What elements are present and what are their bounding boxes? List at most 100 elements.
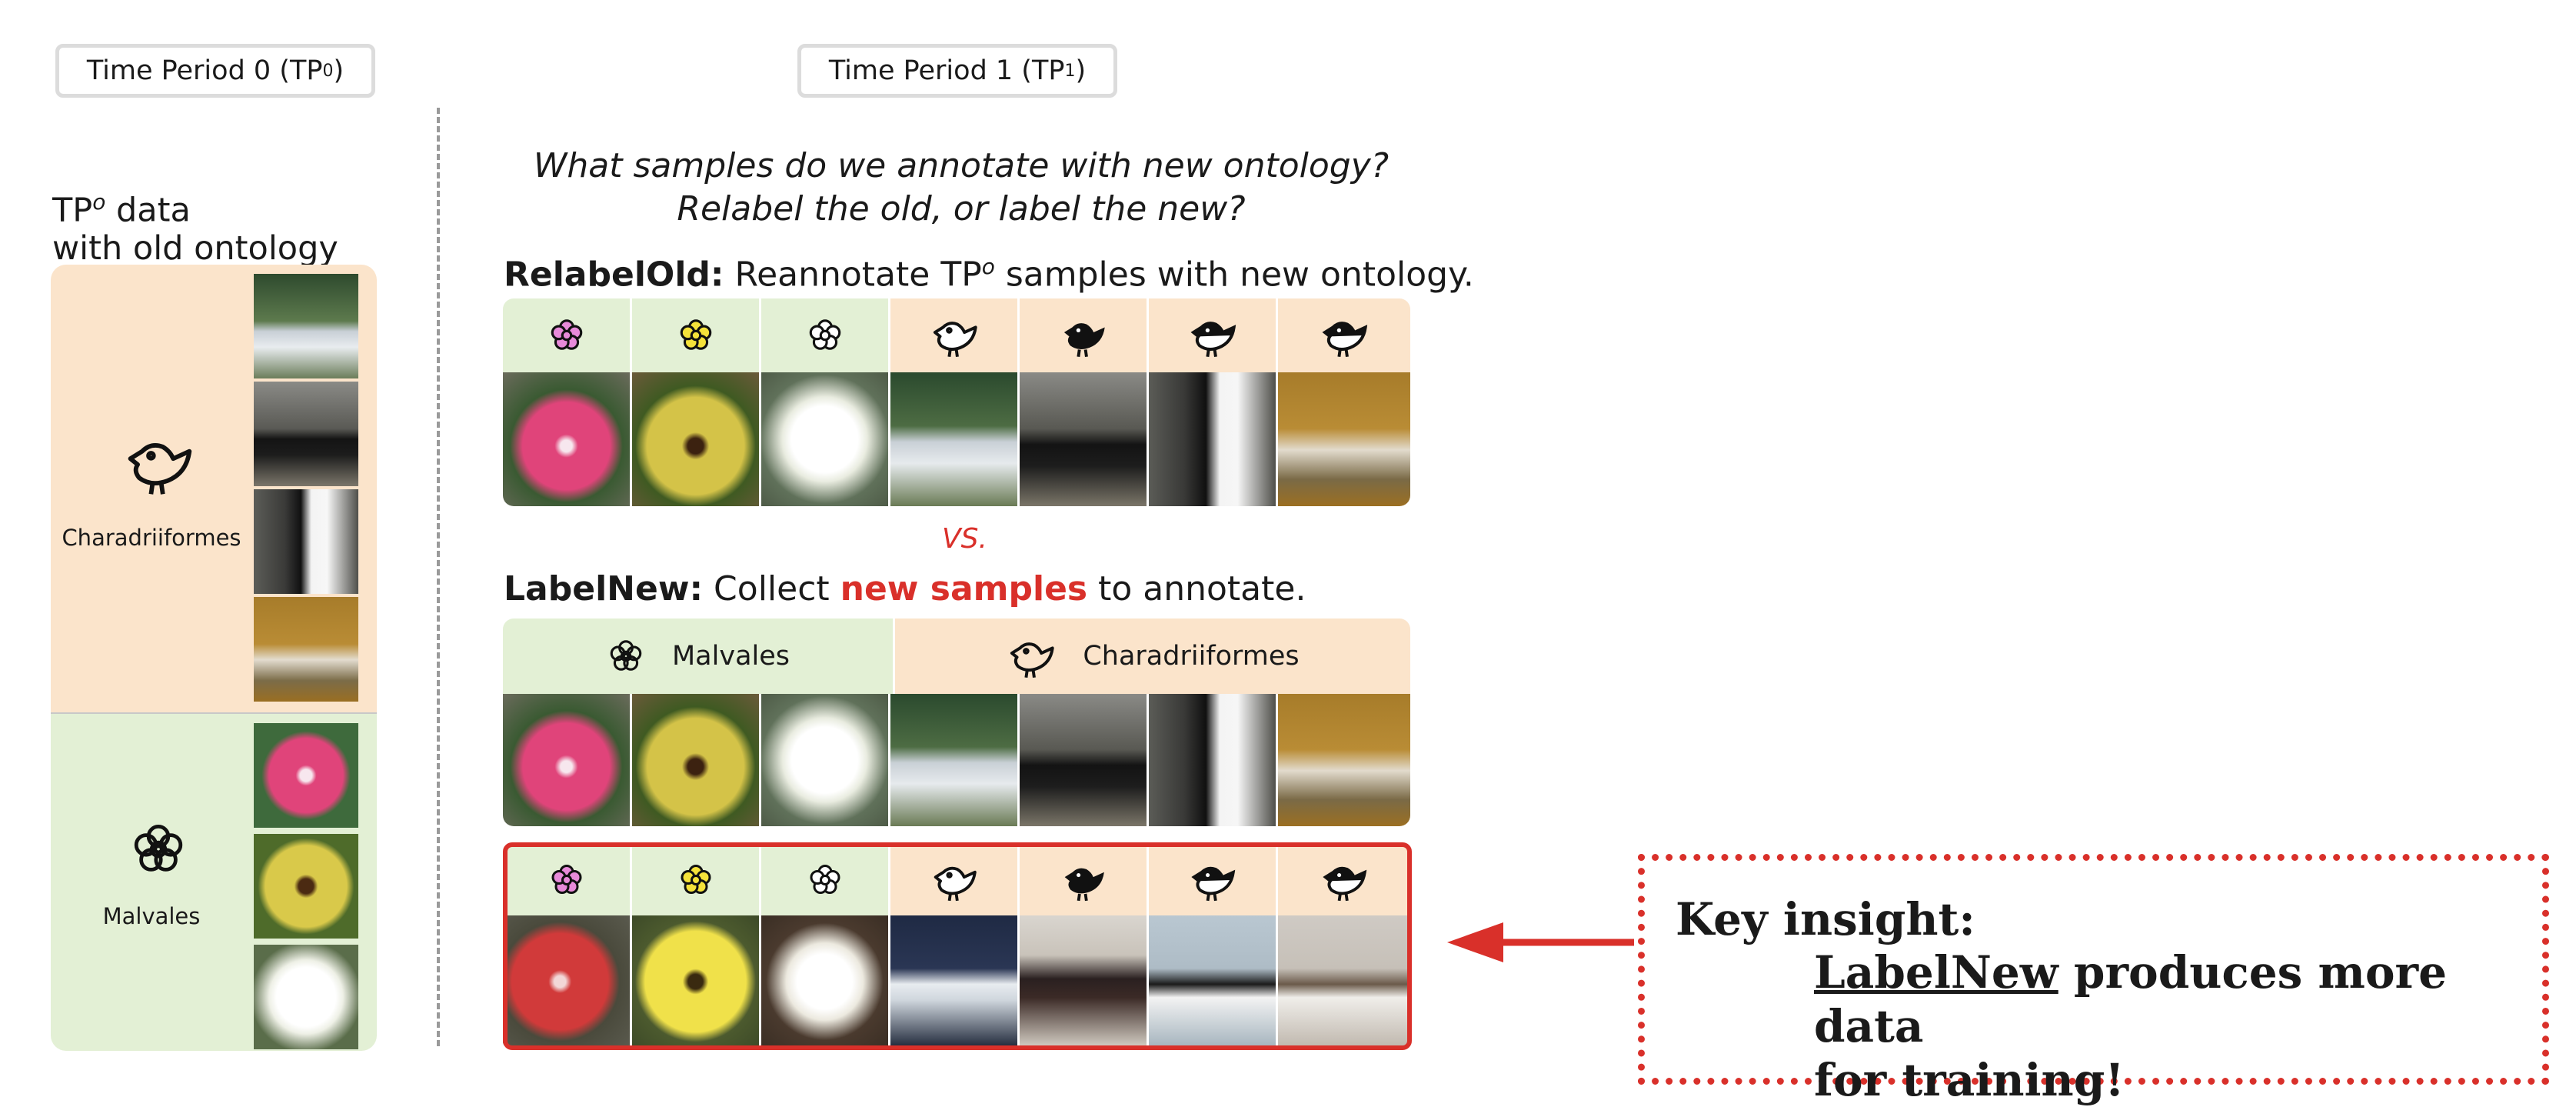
sample-image	[761, 694, 890, 826]
relabelold-heading: RelabelOld: Reannotate TPo samples with …	[504, 254, 1474, 295]
bird-half-icon	[1319, 310, 1370, 361]
gull-thumbnail	[254, 274, 358, 378]
tp0-title-sup: o	[92, 189, 106, 215]
tp1-close: )	[1075, 55, 1087, 86]
label-cell	[761, 298, 890, 372]
label-cell	[890, 845, 1020, 915]
new-sample-image	[503, 915, 632, 1048]
question-line1: What samples do we annotate with new ont…	[533, 146, 1390, 185]
vs-label: VS.	[942, 523, 987, 555]
label-cell	[503, 298, 632, 372]
charadriiformes-label: Charadriiformes	[62, 525, 241, 551]
new-sample-image	[1020, 915, 1149, 1048]
label-cell	[1278, 298, 1410, 372]
new-sample-image	[1149, 915, 1278, 1048]
oystercatcher-thumbnail	[254, 382, 358, 486]
labelnew-text-a: Collect	[703, 569, 840, 609]
sample-image	[1149, 372, 1278, 506]
relabelold-text-a: Reannotate TP	[724, 255, 982, 295]
label-cell	[632, 845, 761, 915]
question-line2: Relabel the old, or label the new?	[677, 189, 1246, 228]
sample-image	[632, 372, 761, 506]
bird-icon	[929, 310, 980, 361]
tp0-title-a: TP	[52, 191, 93, 230]
sample-image	[1020, 372, 1149, 506]
label-cell	[1020, 845, 1149, 915]
label-cell	[1149, 845, 1278, 915]
labelnew-text-b: to annotate.	[1087, 569, 1306, 609]
tp1-text: Time Period 1 (TP	[828, 55, 1065, 86]
flower-icon	[547, 861, 586, 899]
bird-half-icon	[1187, 310, 1238, 361]
relabelold-sup: o	[981, 254, 995, 279]
sample-image	[1020, 694, 1149, 826]
yellow-flower-thumbnail	[254, 834, 358, 939]
key-insight-line1: LabelNew produces more data	[1814, 945, 2521, 1053]
bird-half-icon	[1188, 855, 1237, 905]
label-cell	[632, 298, 761, 372]
tp0-title-line1: TPo data	[52, 183, 338, 229]
sample-image	[890, 694, 1020, 826]
question-text: What samples do we annotate with new ont…	[508, 145, 1415, 231]
labelnew-bold: LabelNew:	[504, 569, 704, 609]
tp0-text: Time Period 0 (TP	[86, 55, 323, 86]
key-insight-line2: for training!	[1814, 1054, 2125, 1106]
tp0-close: )	[333, 55, 344, 86]
labelnew-new-strip	[503, 845, 1410, 1048]
label-cell	[503, 845, 632, 915]
sample-image	[1149, 694, 1278, 826]
label-cell	[1149, 298, 1278, 372]
flower-icon	[547, 315, 587, 355]
white-flower-thumbnail	[254, 945, 358, 1049]
sample-image	[632, 694, 761, 826]
bird-solid-icon	[1059, 855, 1108, 905]
sample-image	[890, 372, 1020, 506]
flower-icon	[806, 861, 844, 899]
bird-half-icon	[1320, 855, 1369, 905]
flower-icon	[805, 315, 845, 355]
label-cell	[890, 298, 1020, 372]
label-cell	[761, 845, 890, 915]
key-insight-body: LabelNew produces more data for training…	[1814, 945, 2521, 1107]
period-divider	[437, 108, 440, 1046]
tp0-title-line2: with old ontology	[52, 229, 338, 268]
bird-solid-icon	[1058, 310, 1109, 361]
bird-icon	[1006, 631, 1057, 682]
labelnew-old-strip: Malvales Charadriiformes	[503, 619, 1410, 826]
new-sample-image	[761, 915, 890, 1048]
key-insight-labelnew: LabelNew	[1814, 946, 2058, 999]
flower-icon	[128, 819, 189, 880]
malvales-header: Malvales	[503, 619, 895, 694]
sample-image	[1278, 372, 1410, 506]
charadriiformes-header-label: Charadriiformes	[1083, 641, 1300, 672]
plover-thumbnail	[254, 597, 358, 702]
tp0-label: Time Period 0 (TP 0)	[55, 44, 375, 98]
malvales-header-label: Malvales	[671, 641, 790, 672]
malvales-label: Malvales	[102, 903, 201, 929]
bird-icon	[121, 426, 195, 500]
key-insight-title: Key insight:	[1676, 893, 1975, 945]
relabelold-text-b: samples with new ontology.	[994, 255, 1474, 295]
tp0-sup: 0	[322, 61, 334, 81]
new-sample-image	[890, 915, 1020, 1048]
label-cell	[1278, 845, 1410, 915]
bird-icon	[930, 855, 979, 905]
tp0-data-panel: Charadriiformes Malvales	[51, 265, 377, 1051]
labelnew-heading: LabelNew: Collect new samples to annotat…	[504, 569, 1306, 609]
flower-icon	[606, 636, 646, 676]
charadriiformes-header: Charadriiformes	[895, 619, 1410, 694]
labelnew-highlight: new samples	[840, 569, 1088, 609]
hibiscus-thumbnail	[254, 723, 358, 828]
flower-icon	[677, 861, 715, 899]
arrow-left-icon	[1447, 922, 1634, 962]
tp1-label: Time Period 1 (TP 1)	[797, 44, 1117, 98]
new-sample-image	[1278, 915, 1410, 1048]
new-sample-image	[632, 915, 761, 1048]
label-cell	[1020, 298, 1149, 372]
sample-image	[761, 372, 890, 506]
flower-icon	[676, 315, 716, 355]
tp0-data-title: TPo data with old ontology	[52, 183, 338, 268]
sample-image	[1278, 694, 1410, 826]
tp0-title-b: data	[105, 191, 191, 230]
sample-image	[503, 372, 632, 506]
